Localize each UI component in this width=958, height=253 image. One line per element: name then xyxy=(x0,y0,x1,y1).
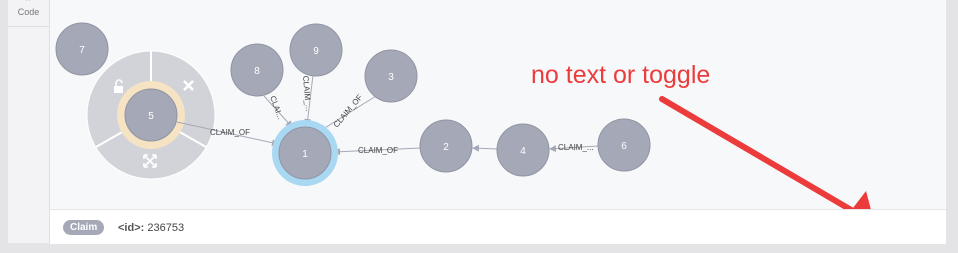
property-key: <id>: xyxy=(118,222,145,234)
node-label: 6 xyxy=(621,141,627,152)
graph-node[interactable]: 9 xyxy=(289,23,343,77)
annotation-text: no text or toggle xyxy=(531,61,710,89)
graph-node-selected[interactable]: 5 xyxy=(124,88,178,142)
graph-node[interactable]: 3 xyxy=(364,49,418,103)
node-label: 4 xyxy=(520,146,526,157)
node-label: 2 xyxy=(443,142,449,153)
edge-label: CLAIM_OF xyxy=(332,93,365,130)
node-label: 1 xyxy=(302,149,308,160)
edge-4-2 xyxy=(472,144,498,152)
edge-label: CLAIM_... xyxy=(301,75,313,111)
graph-node[interactable]: 4 xyxy=(496,123,550,177)
node-label: 8 xyxy=(254,66,260,77)
node-label: 5 xyxy=(148,111,154,122)
edge-label: CLAIM_OF xyxy=(358,146,398,155)
label-badge[interactable]: Claim xyxy=(63,220,105,235)
annotation-arrow-shaft xyxy=(659,96,861,217)
edge-label: CLAIM_... xyxy=(558,143,594,152)
node-label: 7 xyxy=(79,45,85,56)
graph-node[interactable]: 8 xyxy=(230,43,284,97)
graph-node[interactable]: 6 xyxy=(597,118,651,172)
node-label: 3 xyxy=(388,72,394,83)
graph-node[interactable]: 7 xyxy=(55,22,109,76)
graph-node-highlighted[interactable]: 1 xyxy=(272,120,338,186)
edge-label: CLAIM_OF xyxy=(210,128,250,137)
graph-node[interactable]: 2 xyxy=(419,119,473,173)
property-value: 236753 xyxy=(147,222,185,234)
node-label: 9 xyxy=(313,46,319,57)
edge-label: CLAI... xyxy=(268,95,285,121)
property-row: <id>: 236753 xyxy=(118,222,184,234)
details-footer: Claim <id>: 236753 xyxy=(50,209,946,244)
